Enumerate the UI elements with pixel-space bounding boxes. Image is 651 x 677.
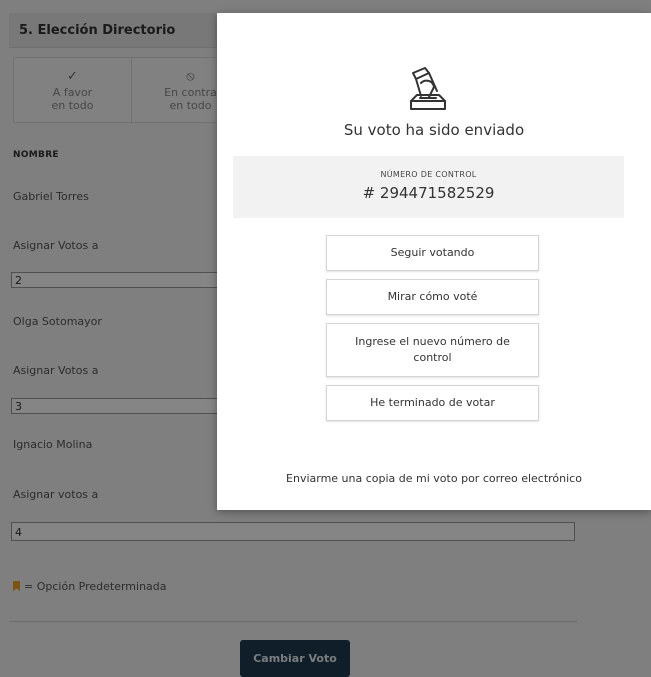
modal-title: Su voto ha sido enviado <box>343 121 525 139</box>
control-number-value: # 294471582529 <box>362 184 495 202</box>
vote-submitted-modal: Su voto ha sido enviado NÚMERO DE CONTRO… <box>217 13 651 510</box>
finished-voting-button[interactable]: He terminado de votar <box>326 385 539 421</box>
enter-new-control-number-button[interactable]: Ingrese el nuevo número de control <box>326 323 539 377</box>
control-number-label: NÚMERO DE CONTROL <box>380 170 477 179</box>
ballot-box-icon <box>403 63 453 113</box>
control-number-box: NÚMERO DE CONTROL # 294471582529 <box>233 156 624 218</box>
view-my-vote-button[interactable]: Mirar cómo voté <box>326 279 539 315</box>
email-copy-link[interactable]: Enviarme una copia de mi voto por correo… <box>217 472 651 485</box>
continue-voting-button[interactable]: Seguir votando <box>326 235 539 271</box>
